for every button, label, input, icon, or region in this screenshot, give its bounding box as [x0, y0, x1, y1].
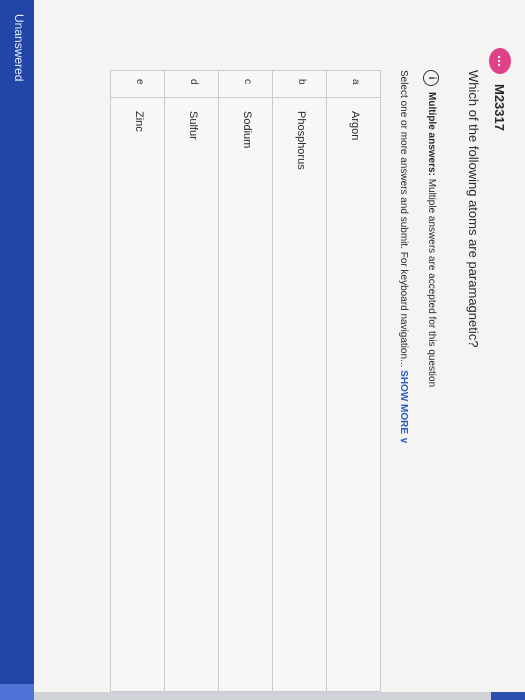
info-icon: i [423, 70, 439, 86]
footer-tab[interactable] [0, 684, 34, 700]
notice-body: Multiple answers are accepted for this q… [426, 178, 437, 388]
notice-title: Multiple answers: [426, 92, 437, 176]
choice-divider [165, 97, 218, 98]
footer-bar: Unanswered [0, 0, 34, 700]
choice-letter: b [296, 79, 307, 85]
answer-choice[interactable]: c Sodium [219, 70, 273, 692]
chevron-down-icon[interactable]: ∨ [398, 437, 409, 444]
question-id: M23317 [492, 84, 507, 131]
question-text: Which of the following atoms are paramag… [466, 70, 481, 348]
answer-choice[interactable]: d Sulfur [165, 70, 219, 692]
choice-label: Argon [349, 111, 361, 141]
choice-letter: a [350, 79, 361, 85]
choice-letter: c [242, 79, 253, 84]
rotated-page: ... M23317 Which of the following atoms … [0, 0, 525, 700]
choice-divider [273, 97, 326, 98]
answer-choice[interactable]: a Argon [327, 70, 381, 692]
choice-divider [219, 97, 272, 98]
question-badge-icon[interactable]: ... [489, 48, 511, 74]
answer-choices: a Argon b Phosphorus c Sodium d Sulfur e [110, 70, 381, 692]
choice-label: Zinc [133, 111, 145, 132]
choice-label: Sulfur [187, 111, 199, 140]
choice-letter: d [188, 79, 199, 85]
instructions: Select one or more answers and submit. F… [398, 70, 409, 444]
multiple-answers-notice: Multiple answers: Multiple answers are a… [426, 92, 437, 387]
question-card: ... M23317 Which of the following atoms … [34, 0, 525, 692]
answer-choice[interactable]: b Phosphorus [273, 70, 327, 692]
choice-label: Phosphorus [295, 111, 307, 170]
answer-choice[interactable]: e Zinc [110, 70, 165, 692]
choice-divider [111, 97, 164, 98]
choice-divider [327, 97, 380, 98]
choice-letter: e [134, 79, 145, 85]
answer-status: Unanswered [12, 14, 26, 82]
show-more-link[interactable]: SHOW MORE [398, 370, 409, 434]
choice-label: Sodium [241, 111, 253, 149]
instructions-text: Select one or more answers and submit. F… [398, 70, 409, 368]
